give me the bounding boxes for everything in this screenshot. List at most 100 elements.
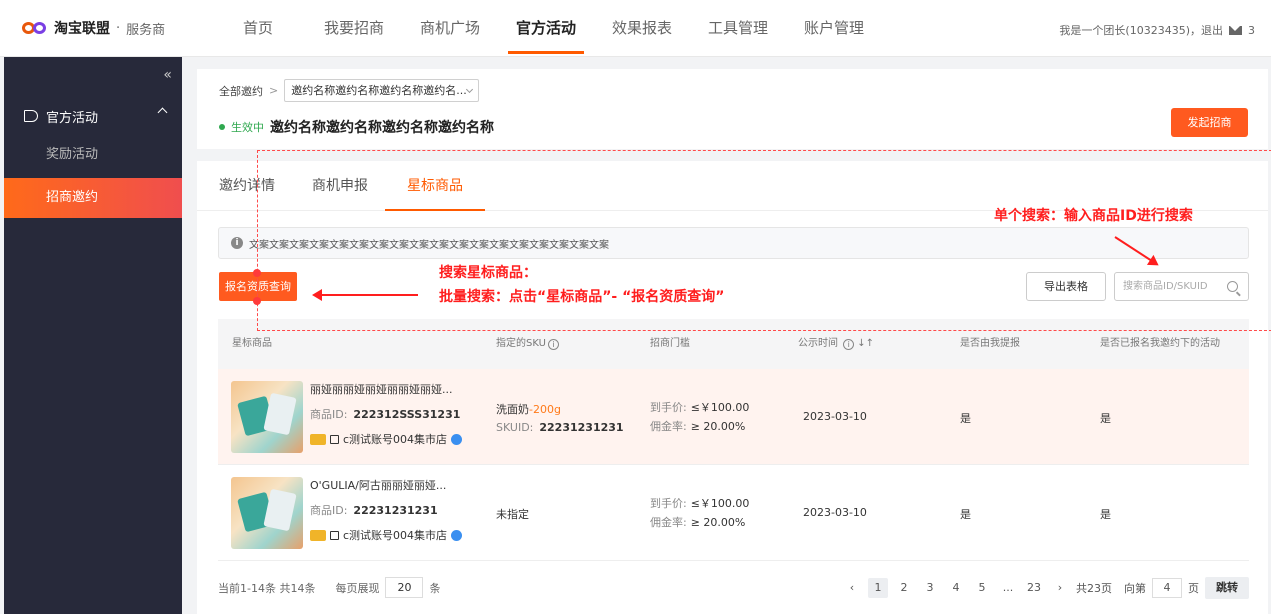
seller-badge-icon — [310, 433, 326, 445]
pagination: ‹ 1 2 3 4 5 ... 23 › 共23页 向第 4 页 跳转 — [842, 577, 1249, 599]
shop-icon — [330, 530, 339, 540]
jump-button[interactable]: 跳转 — [1205, 577, 1249, 599]
goto-page-input[interactable]: 4 — [1152, 578, 1182, 598]
page-button[interactable]: 5 — [972, 578, 992, 598]
logo-mark-icon — [22, 21, 48, 35]
table-row: O'GULIA/阿古丽丽娅丽娅... 商品ID: 22231231231 c测试账… — [218, 465, 1249, 561]
annotation-arrow-icon — [314, 294, 418, 296]
tab-starred-products[interactable]: 星标商品 — [385, 161, 485, 211]
submitted-by-me: 是 — [960, 412, 971, 425]
invitation-select-value: 邀约名称邀约名称邀约名称邀约名... — [291, 84, 467, 97]
tab-invitation-details[interactable]: 邀约详情 — [219, 161, 275, 211]
nav-opportunity[interactable]: 商机广场 — [402, 0, 498, 56]
threshold-price-value: ≤￥100.00 — [690, 401, 750, 414]
main-panel: 邀约详情 商机申报 星标商品 i 文案文案文案文案文案文案文案文案文案文案文案文… — [197, 161, 1268, 614]
sku-name: 洗面奶-200g — [496, 401, 561, 417]
start-recruit-button[interactable]: 发起招商 — [1171, 108, 1248, 137]
threshold-price: 到手价: ≤￥100.00 — [650, 398, 749, 417]
mail-icon[interactable] — [1229, 25, 1242, 35]
total-pages: 共23页 — [1076, 582, 1112, 595]
product-thumbnail[interactable] — [231, 477, 303, 549]
breadcrumb-root[interactable]: 全部邀约 — [219, 83, 263, 99]
logo[interactable]: 淘宝联盟 · 服务商 — [22, 18, 165, 38]
chevron-down-icon — [466, 85, 474, 94]
search-placeholder: 搜索商品ID/SKUID — [1123, 281, 1208, 292]
page-button[interactable]: 4 — [946, 578, 966, 598]
status-dot-icon — [219, 124, 225, 130]
threshold-commission-label: 佣金率: — [650, 420, 687, 433]
column-header: 招商门槛 — [650, 338, 690, 349]
page-title: 邀约名称邀约名称邀约名称邀约名称 — [270, 120, 494, 136]
sidebar-item-invitations[interactable]: 招商邀约 — [4, 178, 182, 218]
registered-status: 是 — [1100, 412, 1111, 425]
product-id-label: 商品ID: — [310, 504, 348, 517]
record-summary: 当前1-14条 共14条 — [218, 581, 316, 595]
sidebar: « 官方活动 奖励活动 招商邀约 — [4, 57, 182, 614]
annotation-batch-title: 搜索星标商品： — [439, 265, 537, 281]
info-icon[interactable]: i — [843, 339, 855, 350]
nav-recruit[interactable]: 我要招商 — [306, 0, 402, 56]
prev-page-icon[interactable]: ‹ — [842, 578, 862, 598]
collapse-sidebar-icon[interactable]: « — [163, 67, 172, 83]
nav-reports[interactable]: 效果报表 — [594, 0, 690, 56]
table-header: 星标商品 指定的SKU i 招商门槛 公示时间 i ↓↑ 是否由我提报 是否已报名我… — [218, 319, 1249, 369]
info-icon: i — [231, 237, 243, 249]
sku-id: SKUID: 22231231231 — [496, 421, 624, 434]
product-name[interactable]: O'GULIA/阿古丽丽娅丽娅... — [310, 477, 455, 493]
column-header: 是否由我提报 — [960, 338, 1020, 349]
column-header-label: 公示时间 — [798, 338, 838, 349]
nav-official-activity[interactable]: 官方活动 — [498, 0, 594, 56]
column-header-sku: 指定的SKU i — [496, 319, 559, 369]
annotation-anchor-dot — [253, 269, 261, 277]
next-page-icon[interactable]: › — [1050, 578, 1070, 598]
notice-bar: i 文案文案文案文案文案文案文案文案文案文案文案文案文案文案文案文案文案文案 — [218, 227, 1249, 259]
shop-name[interactable]: c测试账号004集市店 — [343, 527, 447, 543]
info-icon[interactable]: i — [547, 339, 559, 350]
nav-home[interactable]: 首页 — [210, 0, 306, 56]
sidebar-group-label: 官方活动 — [46, 110, 99, 126]
sort-icon[interactable]: ↓↑ — [857, 338, 874, 349]
sidebar-item-rewards[interactable]: 奖励活动 — [4, 135, 182, 175]
nav-account[interactable]: 账户管理 — [786, 0, 882, 56]
status-row: 生效中 邀约名称邀约名称邀约名称邀约名称 — [219, 117, 494, 137]
page-size-input[interactable]: 20 — [385, 577, 424, 598]
page-size-label: 每页展现 — [335, 581, 380, 595]
product-id: 商品ID: 22231231231 — [310, 502, 438, 518]
page-button[interactable]: 2 — [894, 578, 914, 598]
nav-tools[interactable]: 工具管理 — [690, 0, 786, 56]
threshold-price-value: ≤￥100.00 — [690, 497, 750, 510]
megaphone-icon — [24, 110, 38, 122]
sku-name-text: 洗面奶 — [496, 403, 529, 416]
product-name[interactable]: 丽娅丽丽娅丽娅丽丽娅丽娅... — [310, 381, 455, 397]
threshold-commission-value: ≥ 20.00% — [690, 420, 746, 433]
user-logout-link[interactable]: 我是一个团长(10323435)，退出 — [1059, 22, 1223, 38]
tab-opportunity-report[interactable]: 商机申报 — [312, 161, 368, 211]
threshold-commission: 佣金率: ≥ 20.00% — [650, 417, 745, 436]
registered-status: 是 — [1100, 508, 1111, 521]
product-id-value: 22231231231 — [353, 504, 438, 517]
product-id-value: 222312SSS31231 — [353, 408, 461, 421]
search-input[interactable]: 搜索商品ID/SKUID — [1114, 272, 1249, 301]
export-table-button[interactable]: 导出表格 — [1026, 272, 1106, 301]
product-thumbnail[interactable] — [231, 381, 303, 453]
breadcrumb-separator: > — [269, 84, 279, 97]
page-button[interactable]: 1 — [868, 578, 888, 598]
column-header-publish: 公示时间 i ↓↑ — [798, 319, 874, 369]
logo-separator: · — [116, 20, 121, 36]
threshold-commission: 佣金率: ≥ 20.00% — [650, 513, 745, 532]
page-button[interactable]: 3 — [920, 578, 940, 598]
page-size-unit: 条 — [429, 581, 441, 595]
sidebar-group-official-activity[interactable]: 官方活动 — [4, 101, 182, 131]
invitation-select[interactable]: 邀约名称邀约名称邀约名称邀约名... — [284, 79, 480, 102]
search-icon[interactable] — [1227, 281, 1238, 292]
sku-name: 未指定 — [496, 508, 529, 521]
chevron-up-icon — [157, 107, 168, 118]
page-button[interactable]: 23 — [1024, 578, 1044, 598]
goto-label: 向第 — [1124, 582, 1146, 595]
sku-id-value: 22231231231 — [539, 421, 624, 434]
invitation-header: 全部邀约 > 邀约名称邀约名称邀约名称邀约名... 生效中 邀约名称邀约名称邀约… — [197, 69, 1268, 149]
column-header-label: 指定的SKU — [496, 338, 546, 349]
shop-name[interactable]: c测试账号004集市店 — [343, 431, 447, 447]
sku-id-label: SKUID: — [496, 421, 534, 434]
threshold-price-label: 到手价: — [650, 401, 687, 414]
